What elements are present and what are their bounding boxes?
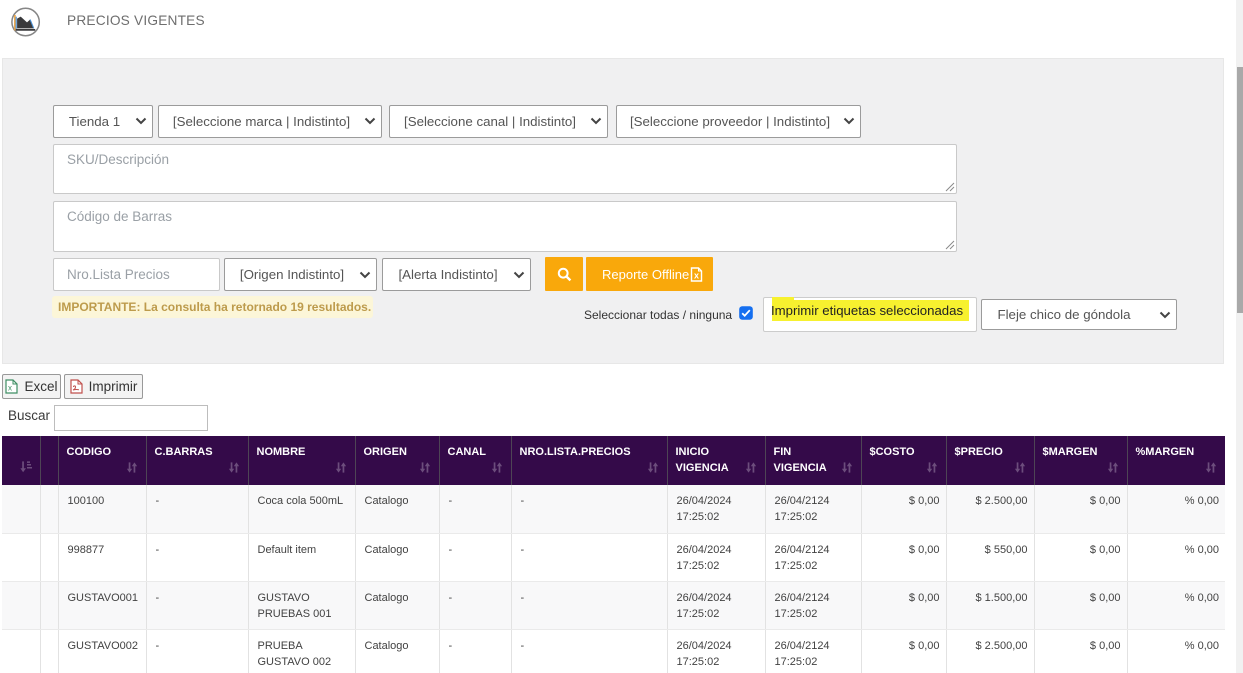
svg-text:x: x bbox=[8, 384, 12, 393]
svg-text:x: x bbox=[694, 270, 699, 280]
